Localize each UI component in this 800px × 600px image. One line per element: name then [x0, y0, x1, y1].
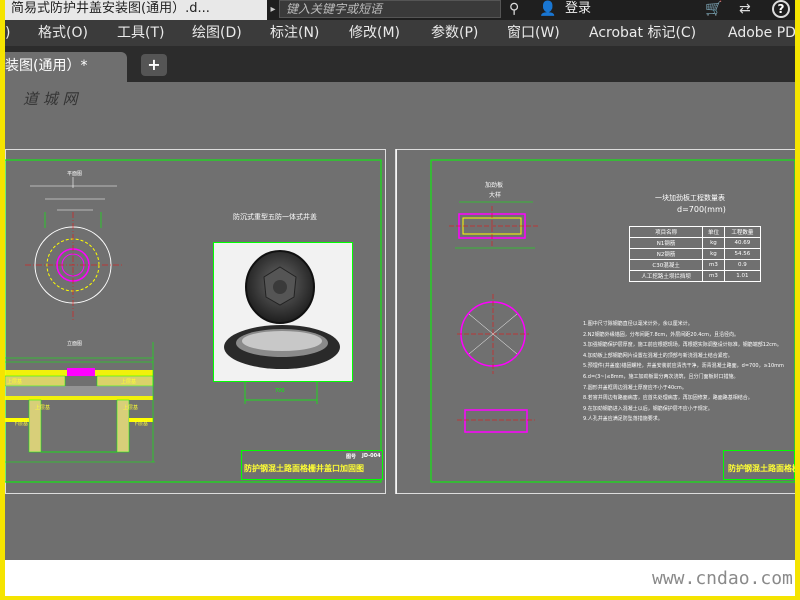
- table-row: N2钢筋 kg 54.56: [628, 248, 762, 260]
- menu-item-tools[interactable]: 工具(T): [117, 20, 164, 46]
- note-line: 4.加劲板上部钢筋网片设置在混凝土的顶部与新浇混凝土结合紧密。: [583, 352, 733, 359]
- quantity-table-header: 项目名称 单位 工程数量: [628, 226, 762, 238]
- layer-label-4: 下层基: [133, 421, 149, 427]
- table-cell: C30混凝土: [628, 259, 704, 271]
- header-item: 项目名称: [628, 226, 704, 238]
- plan-view-label: 平面图: [67, 171, 83, 177]
- menu-item-adobe[interactable]: Adobe PD: [728, 20, 795, 46]
- login-button[interactable]: 登录: [565, 0, 591, 18]
- note-line: 5.预埋件(井盖座)锚固螺栓，井盖安装前应清洗干净，沥青混凝土路面，d=700，…: [583, 363, 784, 370]
- rebar-detail-label: 大样: [489, 192, 502, 199]
- help-icon[interactable]: ?: [772, 0, 790, 18]
- menu-item-dimension[interactable]: 标注(N): [270, 20, 319, 46]
- table-cell: 1.01: [723, 270, 762, 282]
- table-cell: m3: [702, 270, 725, 282]
- tab-active-drawing[interactable]: 装图(通用）*: [5, 52, 127, 82]
- note-line: 3.加强钢筋保护层厚度，施工前应根据现场，再根据实际调整设计标准，钢筋端部12c…: [583, 342, 782, 349]
- table-row: 人工挖路土坝拦挡坝 m3 1.01: [628, 270, 762, 282]
- note-line: 1.图中尺寸除钢筋直径以毫米计外，余以厘米计。: [583, 321, 693, 327]
- title-dropdown-icon[interactable]: ▸: [267, 0, 279, 20]
- table-cell: 人工挖路土坝拦挡坝: [628, 270, 704, 282]
- header-qty: 工程数量: [723, 226, 762, 238]
- title-block-right: 防护钢混土路面格栅井盖口加固图: [723, 450, 795, 480]
- quantity-table-title: 一块加劲板工程数量表: [655, 194, 725, 202]
- title-block-right-name: 防护钢混土路面格栅井盖口加固图: [728, 464, 795, 473]
- menu-item-format[interactable]: 格式(O): [38, 20, 88, 46]
- user-icon[interactable]: 👤: [539, 0, 556, 20]
- title-bar: 简易式防护井盖安装图(通用）.d... ▸ 键入关键字或短语 ⚲ 👤 登录 🛒 …: [5, 0, 795, 20]
- section-view-label: 立面图: [67, 341, 83, 347]
- layer-label-3: 上层基: [123, 405, 139, 411]
- manhole-cover-icon: [214, 243, 352, 381]
- menu-item-acrobat[interactable]: Acrobat 标记(C): [589, 20, 696, 46]
- note-line: 2.N2钢筋外缘锚固，分布间距7.8cm，外层间距20.4cm，且沿径向。: [583, 331, 740, 338]
- table-cell: N2钢筋: [628, 248, 704, 260]
- menu-bar: ) 格式(O) 工具(T) 绘图(D) 标注(N) 修改(M) 参数(P) 窗口…: [5, 20, 795, 46]
- cart-icon[interactable]: 🛒: [705, 0, 722, 20]
- watermark-bottom: www.cndao.com: [652, 568, 793, 589]
- title-block-left-name: 防护钢混土路面格栅井盖口加固图: [244, 464, 364, 473]
- table-cell: kg: [702, 237, 725, 249]
- section-view: [5, 342, 155, 463]
- manhole-photo: [213, 242, 353, 382]
- tab-label: 装图(通用）*: [5, 58, 88, 74]
- note-line: 6.d=(3~)≤8mm，施工加劲板需分两次浇筑，且分门面板封口措施。: [583, 373, 739, 380]
- table-cell: kg: [702, 248, 725, 260]
- add-tab-icon[interactable]: +: [141, 54, 167, 76]
- table-cell: 0.9: [723, 259, 762, 271]
- header-unit: 单位: [702, 226, 725, 238]
- layer-label-1: 上层基: [35, 405, 51, 411]
- menu-item-window[interactable]: 窗口(W): [507, 20, 560, 46]
- note-line: 9.在加劲钢筋进入混凝土以后，钢筋保护层不应小于规定。: [583, 405, 713, 412]
- binoculars-icon[interactable]: ⚲: [509, 0, 519, 20]
- menu-item-view[interactable]: ): [5, 20, 10, 46]
- menu-item-draw[interactable]: 绘图(D): [192, 20, 242, 46]
- rebar-plate-detail: [449, 201, 539, 433]
- menu-item-parameters[interactable]: 参数(P): [431, 20, 478, 46]
- photo-caption: 防沉式重型五防一体式井盖: [233, 213, 317, 221]
- quantity-table: 项目名称 单位 工程数量 N1钢筋 kg 40.69 N2钢筋 kg 54.56…: [628, 226, 762, 282]
- drawing-canvas[interactable]: 道 城 网 平面图 立面图 上层基 下层基 上层基 下层基 上层基 上层基 防沉…: [5, 82, 795, 560]
- rebar-plate-label: 加劲板: [485, 182, 504, 189]
- exchange-icon[interactable]: ⇄: [739, 0, 751, 20]
- app-window: 简易式防护井盖安装图(通用）.d... ▸ 键入关键字或短语 ⚲ 👤 登录 🛒 …: [5, 0, 795, 596]
- menu-item-modify[interactable]: 修改(M): [349, 20, 400, 46]
- table-cell: 54.56: [723, 248, 762, 260]
- layer-label-5: 上层基: [7, 379, 23, 385]
- table-cell: N1钢筋: [628, 237, 704, 249]
- drawing-notes: 1.图中尺寸除钢筋直径以毫米计外，余以厘米计。 2.N2钢筋外缘锚固，分布间距7…: [583, 320, 795, 426]
- table-cell: 40.69: [723, 237, 762, 249]
- quantity-table-subtitle: d=700(mm): [677, 205, 726, 214]
- table-row: N1钢筋 kg 40.69: [628, 237, 762, 249]
- note-line: 9.人孔井盖应满足防坠落措施要求。: [583, 416, 663, 423]
- photo-dimension-label: 700: [275, 388, 285, 394]
- table-cell: m3: [702, 259, 725, 271]
- plan-view: [25, 177, 123, 320]
- note-line: 7.圆形井盖框周边混凝土厚度应不小于40cm。: [583, 384, 687, 391]
- title-block-left: 防护钢混土路面格栅井盖口加固图 图号 JD-004: [241, 450, 383, 480]
- layer-label-2: 下层基: [13, 421, 29, 427]
- title-block-left-number: JD-004: [362, 453, 381, 459]
- document-tab-bar: 装图(通用）* +: [5, 46, 795, 82]
- document-title: 简易式防护井盖安装图(通用）.d...: [5, 0, 267, 20]
- note-line: 8.若窨井周边有路面病害，应首先处理病害，再加固修复，路面路基相结合。: [583, 395, 753, 402]
- search-input[interactable]: 键入关键字或短语: [279, 0, 501, 18]
- title-block-left-field: 图号: [346, 454, 357, 460]
- table-row: C30混凝土 m3 0.9: [628, 259, 762, 271]
- layer-label-6: 上层基: [121, 379, 137, 385]
